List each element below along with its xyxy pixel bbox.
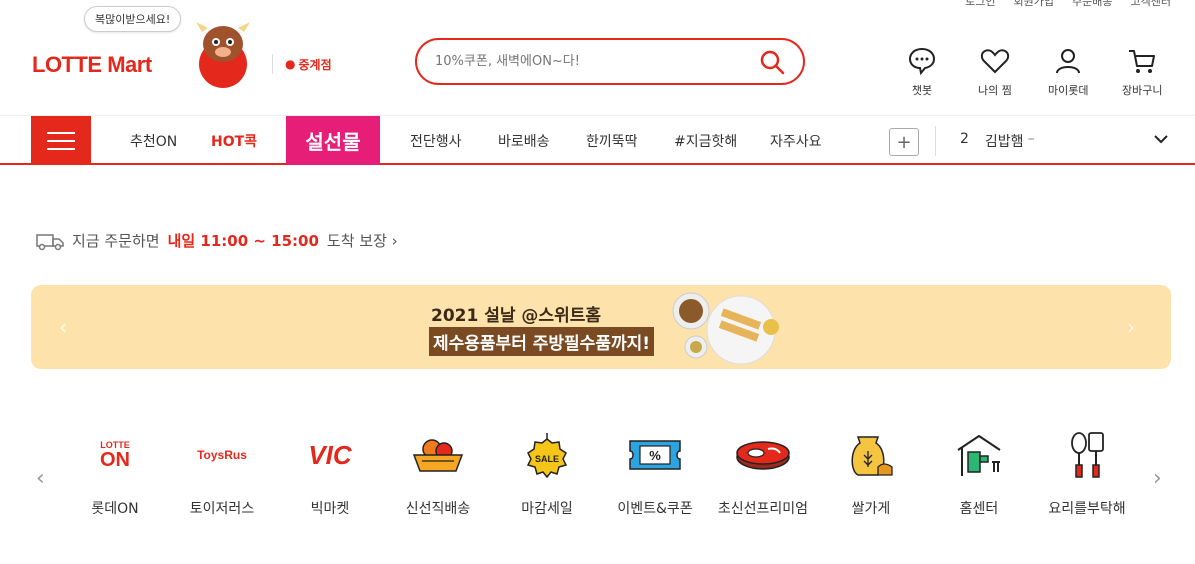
cart-button[interactable]: 장바구니 <box>1122 46 1162 98</box>
meat-icon <box>733 430 793 480</box>
delivery-prefix: 지금 주문하면 <box>72 232 160 250</box>
wishlist-button[interactable]: 나의 찜 <box>978 46 1012 98</box>
truck-icon <box>36 233 64 250</box>
delivery-suffix: 도착 보장 › <box>326 232 398 250</box>
toysrus-logo-text: ToysRus <box>197 448 247 462</box>
category-label: 롯데ON <box>91 501 139 517</box>
nav-item-quick-delivery[interactable]: 바로배송 <box>498 131 550 151</box>
menu-line <box>47 139 75 142</box>
chatbot-label: 챗봇 <box>911 84 933 97</box>
banner-prev-arrow[interactable]: ‹ <box>59 315 67 339</box>
mylotte-button[interactable]: 마이롯데 <box>1048 46 1088 98</box>
category-label: 마감세일 <box>521 501 573 517</box>
main-nav: 추천ON HOT콕 설선물 전단행사 바로배송 한끼뚝딱 #지금핫해 자주사요 … <box>0 115 1195 165</box>
promo-banner[interactable]: ‹ 2021 설날 @스위트홈 제수용품부터 주방필수품까지! › <box>31 285 1171 369</box>
rank-keyword: 김밥햄 <box>984 134 1024 150</box>
rank-number: 2 <box>960 131 969 147</box>
utility-nav: 로그인 회원가입 주문배송 고객센터 <box>965 0 1171 14</box>
nav-item-flyer[interactable]: 전단행사 <box>410 131 462 151</box>
cooking-tools-icon <box>1057 430 1117 480</box>
vic-logo-text: VIC <box>308 439 352 470</box>
cart-label: 장바구니 <box>1122 84 1163 97</box>
cart-icon <box>1129 50 1156 73</box>
banner-food-image <box>672 292 779 365</box>
category-lotteon[interactable]: LOTTE ON 롯데ON <box>60 430 170 518</box>
lotteon-logo-main: ON <box>100 448 130 471</box>
category-event-coupon[interactable]: % 이벤트&쿠폰 <box>600 430 710 518</box>
category-home-center[interactable]: 홈센터 <box>924 430 1034 518</box>
category-rice[interactable]: 쌀가게 <box>816 430 926 518</box>
category-label: 빅마켓 <box>310 501 350 517</box>
category-toysrus[interactable]: ToysRus 토이저러스 <box>167 430 277 518</box>
signup-link[interactable]: 회원가입 <box>1014 0 1054 14</box>
category-cooking[interactable]: 요리를부탁해 <box>1032 430 1142 518</box>
menu-line <box>47 131 75 134</box>
order-tracking-link[interactable]: 주문배송 <box>1072 0 1112 14</box>
banner-title: 2021 설날 @스위트홈 <box>431 306 601 326</box>
sale-tag-icon: SALE <box>517 430 577 480</box>
banner-next-arrow[interactable]: › <box>1127 315 1135 339</box>
fruit-basket-icon <box>408 430 468 480</box>
nav-promo-seollal[interactable]: 설선물 <box>286 116 380 165</box>
nav-item-recommend[interactable]: 추천ON <box>130 131 177 151</box>
category-fresh[interactable]: 신선직배송 <box>383 430 493 518</box>
chevron-down-icon[interactable] <box>1152 130 1170 148</box>
category-label: 초신선프리미엄 <box>717 501 809 517</box>
category-label: 신선직배송 <box>405 501 471 517</box>
rice-bag-icon <box>841 430 901 480</box>
coupon-percent-text: % <box>649 448 661 463</box>
wishlist-label: 나의 찜 <box>978 84 1012 97</box>
home-tools-icon <box>949 430 1009 480</box>
category-shortcuts: ‹ LOTTE ON 롯데ON ToysRus 토이저러스 VIC 빅마켓 신선… <box>0 430 1195 530</box>
nav-item-hot[interactable]: HOT콕 <box>211 131 257 151</box>
customer-center-link[interactable]: 고객센터 <box>1131 0 1171 14</box>
nav-item-frequent[interactable]: 자주사요 <box>770 131 822 151</box>
header-icons: 챗봇 나의 찜 마이롯데 장바구니 <box>0 46 1195 106</box>
category-label: 요리를부탁해 <box>1048 501 1126 517</box>
delivery-guarantee[interactable]: 지금 주문하면 내일 11:00 ~ 15:00 도착 보장 › <box>36 230 398 251</box>
rank-change: – <box>1027 131 1035 147</box>
toysrus-logo: ToysRus <box>192 430 252 480</box>
category-next-arrow[interactable]: › <box>1153 466 1162 491</box>
nav-more-button[interactable]: + <box>889 128 919 156</box>
nav-item-hot-now[interactable]: #지금핫해 <box>674 131 737 151</box>
menu-line <box>47 147 75 150</box>
category-label: 홈센터 <box>959 501 999 517</box>
category-label: 이벤트&쿠폰 <box>617 501 693 517</box>
greeting-bubble: 복많이받으세요! <box>84 6 182 32</box>
category-label: 토이저러스 <box>189 501 255 517</box>
banner-subtitle: 제수용품부터 주방필수품까지! <box>429 327 654 356</box>
delivery-time: 내일 11:00 ~ 15:00 <box>167 232 319 250</box>
category-premium[interactable]: 초신선프리미엄 <box>708 430 818 518</box>
vic-logo: VIC <box>300 430 360 480</box>
category-label: 쌀가게 <box>851 501 891 517</box>
coupon-icon: % <box>625 430 685 480</box>
category-prev-arrow[interactable]: ‹ <box>36 466 45 491</box>
category-menu-button[interactable] <box>31 116 91 165</box>
login-link[interactable]: 로그인 <box>965 0 995 14</box>
category-sale[interactable]: SALE 마감세일 <box>492 430 602 518</box>
chatbot-button[interactable]: 챗봇 <box>907 46 937 98</box>
lotteon-logo: LOTTE ON <box>85 430 145 480</box>
category-vic[interactable]: VIC 빅마켓 <box>275 430 385 518</box>
sale-tag-text: SALE <box>535 454 559 464</box>
nav-divider <box>935 126 936 156</box>
mylotte-label: 마이롯데 <box>1048 84 1089 97</box>
nav-item-meal[interactable]: 한끼뚝딱 <box>586 131 638 151</box>
user-icon <box>1056 49 1081 74</box>
trending-keyword[interactable]: 2 김밥햄 – <box>960 131 1035 151</box>
chatbot-icon <box>908 47 936 76</box>
heart-icon <box>980 49 1010 74</box>
